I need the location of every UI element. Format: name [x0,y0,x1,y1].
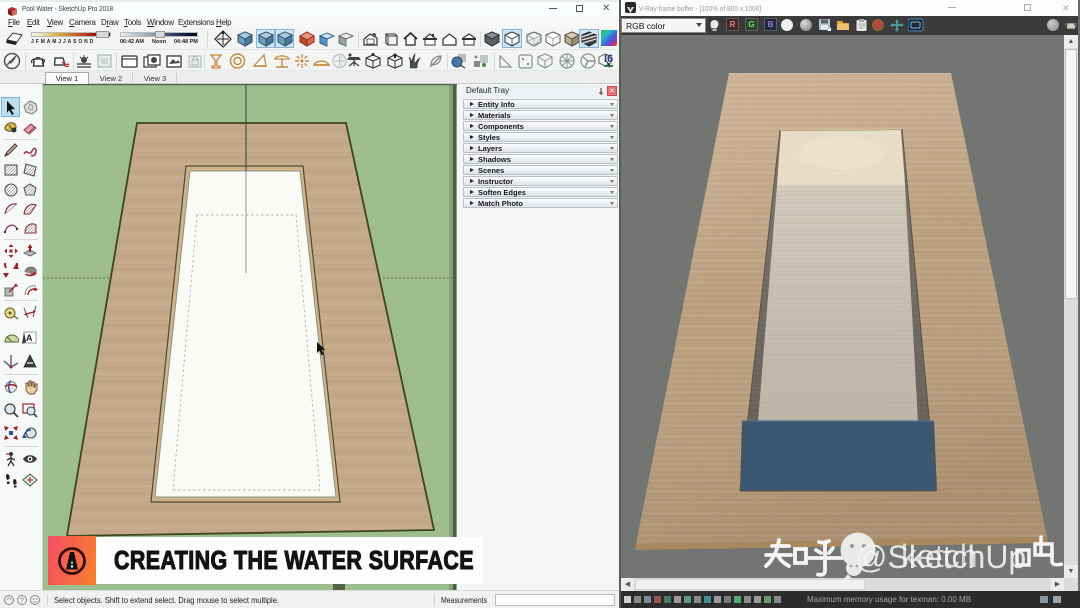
svg-text:ketch: ketch [901,538,977,574]
svg-text:?: ? [20,598,24,605]
svg-text:A: A [26,333,33,343]
